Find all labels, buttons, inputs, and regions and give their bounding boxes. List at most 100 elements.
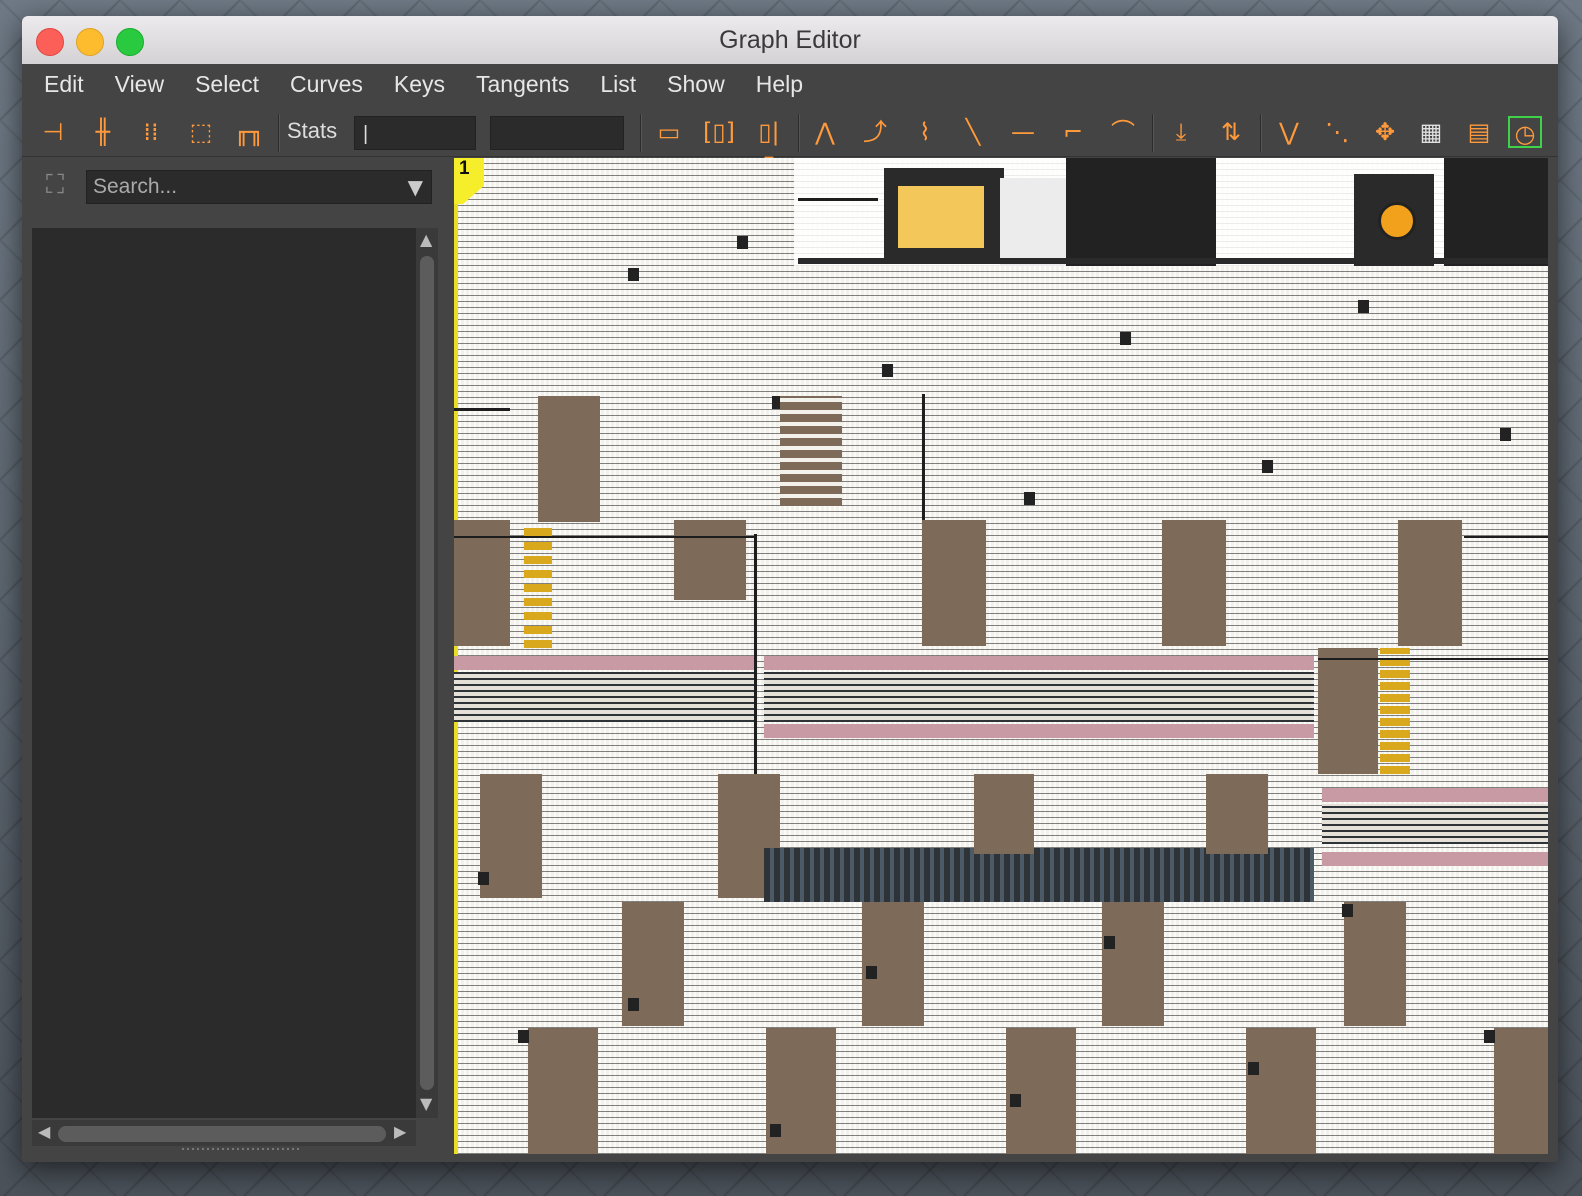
curve-block bbox=[1494, 1028, 1548, 1154]
folder-icon bbox=[898, 186, 984, 248]
curve-block bbox=[1162, 520, 1226, 646]
title-bar[interactable]: Graph Editor bbox=[22, 16, 1558, 65]
lock-tangent-weight-icon[interactable]: ▤ bbox=[1462, 116, 1496, 148]
vertical-scrollbar[interactable]: ▲ ▼ bbox=[416, 228, 438, 1118]
center-current-time-icon[interactable]: ▯|▯ bbox=[752, 116, 786, 178]
curve-block bbox=[974, 774, 1034, 854]
scroll-down-icon[interactable]: ▼ bbox=[420, 1094, 432, 1113]
keyframe[interactable] bbox=[478, 872, 489, 885]
keyframe[interactable] bbox=[770, 1124, 781, 1137]
step-tangent-icon[interactable]: ⌐ bbox=[1056, 116, 1090, 148]
menu-bar: Edit View Select Curves Keys Tangents Li… bbox=[22, 64, 1558, 104]
lattice-deform-icon[interactable]: ⁞⁞ bbox=[134, 116, 168, 148]
stats-label: Stats bbox=[287, 118, 338, 143]
toolbar-separator bbox=[278, 114, 280, 152]
unify-tangents-icon[interactable]: ⋱ bbox=[1320, 116, 1354, 148]
curve-segment bbox=[454, 408, 510, 411]
insert-key-icon[interactable]: ╫ bbox=[86, 116, 120, 148]
keyframe[interactable] bbox=[628, 998, 639, 1011]
stats-value-field[interactable] bbox=[490, 116, 624, 150]
auto-tangent-icon[interactable]: ⋀ bbox=[808, 116, 842, 148]
keyframe[interactable] bbox=[737, 236, 748, 249]
frame-playback-range-icon[interactable]: [▯] bbox=[702, 116, 736, 148]
toolbar-separator bbox=[798, 114, 800, 152]
curve-block bbox=[1398, 520, 1462, 646]
app-badge-icon bbox=[1378, 202, 1416, 240]
dark-block bbox=[1066, 158, 1216, 266]
region-tool-icon[interactable]: ⬚ bbox=[184, 116, 218, 148]
curve-block bbox=[528, 1028, 598, 1154]
time-editor-icon[interactable]: ◷ bbox=[1508, 116, 1542, 148]
curve-block bbox=[1006, 1028, 1076, 1154]
menu-list[interactable]: List bbox=[600, 71, 636, 98]
normalize-icon[interactable]: ▦ bbox=[1414, 116, 1448, 148]
swap-buffer-curves-icon[interactable]: ⇅ bbox=[1214, 116, 1248, 148]
retime-tool-icon[interactable]: ╓╖ bbox=[232, 116, 266, 148]
keyframe[interactable] bbox=[628, 268, 639, 281]
free-tangent-weight-icon[interactable]: ✥ bbox=[1368, 116, 1402, 148]
keyframe[interactable] bbox=[1010, 1094, 1021, 1107]
curve-segment bbox=[454, 536, 754, 538]
curve-block bbox=[674, 520, 746, 600]
flat-tangent-icon[interactable]: — bbox=[1006, 116, 1040, 148]
menu-view[interactable]: View bbox=[115, 71, 164, 98]
plateau-tangent-icon[interactable]: ⌒ bbox=[1106, 116, 1140, 148]
keyframe[interactable] bbox=[882, 364, 893, 377]
filter-icon[interactable]: ⛶ bbox=[38, 168, 72, 202]
current-frame-marker[interactable]: 1 bbox=[454, 158, 484, 204]
graph-view[interactable]: 1 bbox=[454, 158, 1548, 1154]
keyframe[interactable] bbox=[1120, 332, 1131, 345]
menu-show[interactable]: Show bbox=[667, 71, 725, 98]
scroll-up-icon[interactable]: ▲ bbox=[420, 230, 432, 249]
search-placeholder: Search... bbox=[93, 175, 178, 198]
keyframe[interactable] bbox=[1262, 460, 1273, 473]
keyframe[interactable] bbox=[1248, 1062, 1259, 1075]
curve-segment bbox=[1464, 536, 1548, 538]
keyframe[interactable] bbox=[1484, 1030, 1495, 1043]
keyframe[interactable] bbox=[866, 966, 877, 979]
curve-band bbox=[1322, 852, 1548, 866]
chevron-down-icon[interactable]: ▼ bbox=[408, 171, 423, 203]
scroll-left-icon[interactable]: ◀ bbox=[38, 1122, 50, 1141]
curve-cluster bbox=[764, 672, 1314, 722]
keyframe[interactable] bbox=[1104, 936, 1115, 949]
scroll-right-icon[interactable]: ▶ bbox=[394, 1122, 406, 1141]
menu-keys[interactable]: Keys bbox=[394, 71, 445, 98]
toolbar-separator bbox=[1260, 114, 1262, 152]
curve-segment bbox=[754, 534, 757, 774]
menu-select[interactable]: Select bbox=[195, 71, 259, 98]
move-key-icon[interactable]: ⊣ bbox=[36, 116, 70, 148]
keyframe[interactable] bbox=[518, 1030, 529, 1043]
curve-band bbox=[1322, 788, 1548, 802]
curve-block bbox=[1102, 902, 1164, 1026]
curve-cluster bbox=[764, 848, 1314, 902]
menu-curves[interactable]: Curves bbox=[290, 71, 363, 98]
frame-all-icon[interactable]: ▭ bbox=[652, 116, 686, 148]
keyframe[interactable] bbox=[1358, 300, 1369, 313]
buffer-curve-snapshot-icon[interactable]: ⤓ bbox=[1164, 116, 1198, 148]
keyframe[interactable] bbox=[1024, 492, 1035, 505]
menu-tangents[interactable]: Tangents bbox=[476, 71, 569, 98]
menu-help[interactable]: Help bbox=[756, 71, 803, 98]
search-input[interactable]: Search... ▼ bbox=[86, 170, 432, 204]
curve-block bbox=[1318, 648, 1378, 774]
outliner-list[interactable] bbox=[32, 228, 416, 1118]
curve-block bbox=[780, 396, 842, 506]
menu-edit[interactable]: Edit bbox=[44, 71, 84, 98]
break-tangents-icon[interactable]: ⋁ bbox=[1272, 116, 1306, 148]
resize-grip[interactable] bbox=[182, 1148, 302, 1150]
clamped-tangent-icon[interactable]: ⌇ bbox=[908, 116, 942, 148]
keyframe[interactable] bbox=[1500, 428, 1511, 441]
vertical-scroll-thumb[interactable] bbox=[420, 256, 434, 1090]
stats-time-field[interactable]: | bbox=[354, 116, 476, 150]
graph-editor-window: Graph Editor Edit View Select Curves Key… bbox=[22, 16, 1558, 1162]
horizontal-scrollbar[interactable]: ◀ ▶ bbox=[32, 1120, 416, 1146]
spline-tangent-icon[interactable]: ⤴ bbox=[858, 116, 892, 148]
curve-segment bbox=[1318, 658, 1548, 660]
linear-tangent-icon[interactable]: ╲ bbox=[956, 116, 990, 148]
horizontal-scroll-thumb[interactable] bbox=[58, 1126, 386, 1142]
keyframe[interactable] bbox=[1342, 904, 1353, 917]
curve-block bbox=[1206, 774, 1268, 854]
outliner-panel: ⛶ Search... ▼ ▲ ▼ ◀ ▶ bbox=[32, 158, 450, 1154]
curve-band bbox=[764, 656, 1314, 670]
